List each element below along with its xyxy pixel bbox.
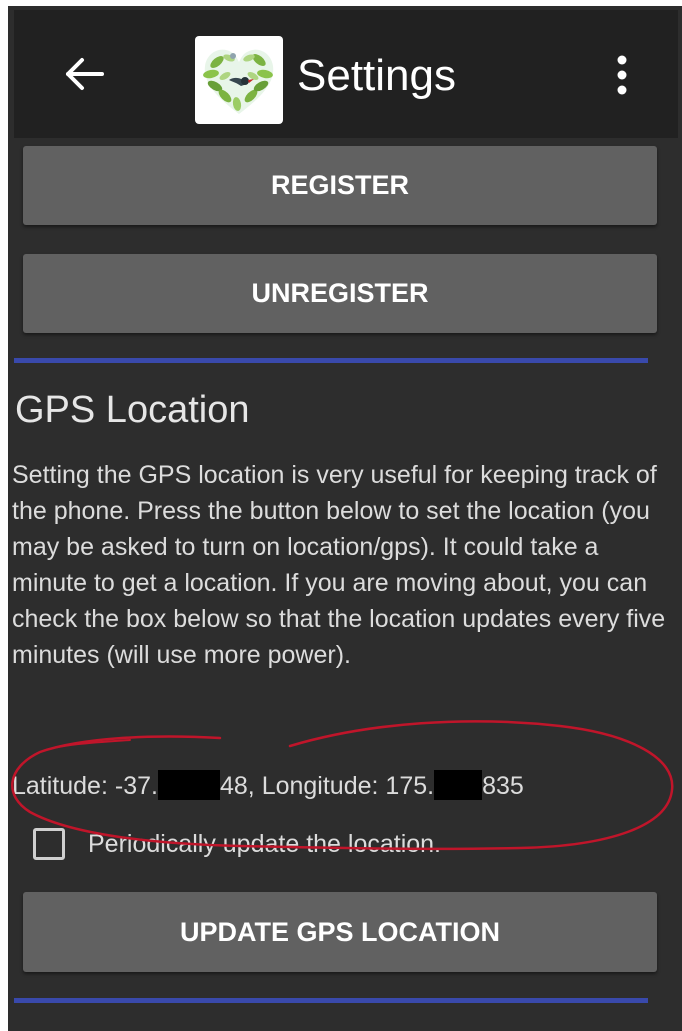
latitude-value-suffix: 48, xyxy=(219,772,255,800)
arrow-back-icon xyxy=(66,58,104,90)
app-bar: Settings xyxy=(14,10,678,138)
redaction-box xyxy=(434,770,483,800)
update-gps-location-button[interactable]: UPDATE GPS LOCATION xyxy=(23,892,657,972)
longitude-value-suffix: 835 xyxy=(482,772,524,800)
longitude-label: Longitude: xyxy=(261,772,379,800)
app-logo xyxy=(195,36,283,124)
gps-section-title: GPS Location xyxy=(15,389,250,431)
latitude-value-prefix: -37. xyxy=(114,772,158,800)
periodic-update-label[interactable]: Periodically update the location. xyxy=(88,826,441,862)
register-button[interactable]: REGISTER xyxy=(23,146,657,225)
page-title: Settings xyxy=(297,51,456,100)
section-divider xyxy=(14,998,648,1003)
longitude-value-prefix: 175. xyxy=(385,772,435,800)
gps-coordinates: Latitude: -37. 48, Longitude: 175. 835 xyxy=(12,768,524,804)
more-vert-icon xyxy=(617,55,627,95)
periodic-update-checkbox[interactable] xyxy=(33,828,65,860)
unregister-button[interactable]: UNREGISTER xyxy=(23,254,657,333)
latitude-label: Latitude: xyxy=(12,772,108,800)
overflow-menu-button[interactable] xyxy=(610,50,634,100)
redaction-box xyxy=(157,770,220,800)
heart-leaves-bird-logo-icon xyxy=(203,49,274,115)
section-divider xyxy=(14,358,648,363)
back-button[interactable] xyxy=(58,50,114,98)
gps-description: Setting the GPS location is very useful … xyxy=(12,461,666,669)
